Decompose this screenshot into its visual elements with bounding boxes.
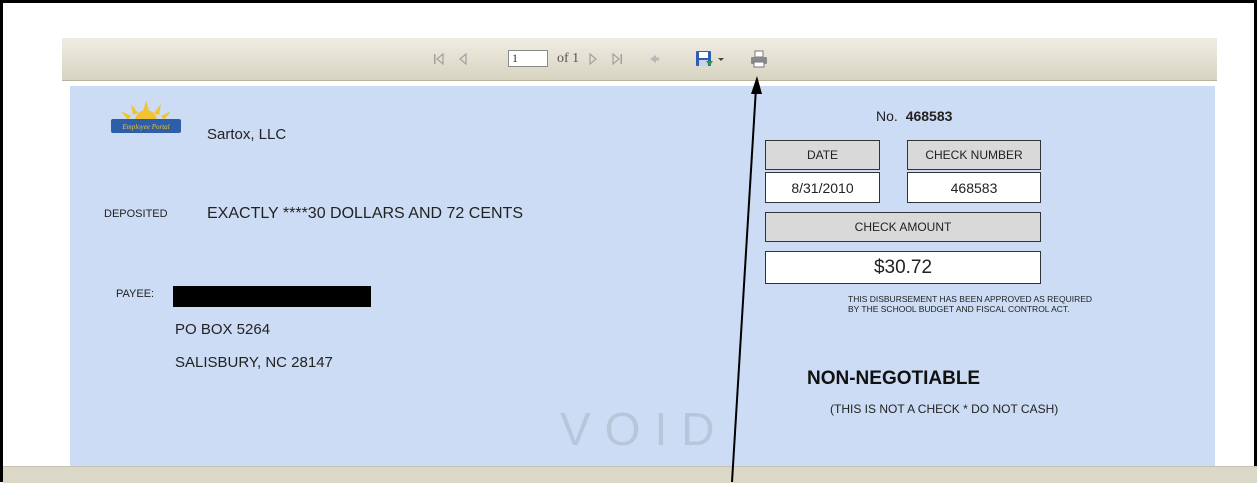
annotation-arrow	[731, 76, 762, 482]
